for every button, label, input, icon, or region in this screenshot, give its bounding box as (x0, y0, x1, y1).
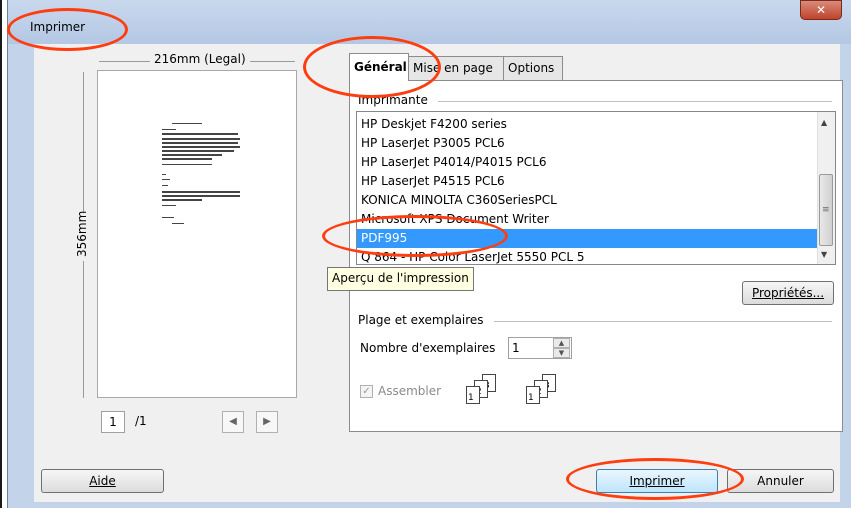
chevron-left-icon: ◀ (229, 416, 237, 427)
scroll-grip-icon: ≡ (822, 205, 830, 215)
page-number-field[interactable]: 1 (101, 411, 125, 433)
window-frame-bottom (8, 502, 851, 508)
page-height-label: 356mm (75, 211, 89, 261)
page-preview (97, 70, 297, 398)
collate-checkbox[interactable]: ✓ (360, 385, 373, 398)
printer-item[interactable]: HP LaserJet P4515 PCL6 (361, 172, 505, 191)
tab-page-layout[interactable]: Mise en page (408, 56, 504, 80)
collate-icon: 3 2 1 (526, 374, 566, 410)
title-bar[interactable] (8, 0, 851, 44)
page-total-label: /1 (135, 414, 147, 428)
close-button[interactable]: ✕ (800, 0, 842, 20)
properties-button[interactable]: Propriétés... (742, 281, 834, 305)
printer-item[interactable]: HP LaserJet P4014/P4015 PCL6 (361, 153, 546, 172)
spin-down-icon[interactable]: ▼ (553, 348, 570, 358)
printer-group-label: Imprimante (358, 93, 432, 107)
page-width-label: 216mm (Legal) (150, 52, 250, 66)
copies-group-label: Plage et exemplaires (358, 313, 488, 327)
printer-item[interactable]: Q 864 - HP Color LaserJet 5550 PCL 5 (361, 248, 585, 264)
printer-item[interactable]: KONICA MINOLTA C360SeriesPCL (361, 191, 557, 210)
print-button-label: Imprimer (629, 474, 685, 488)
printer-item-selected[interactable]: PDF995 (357, 229, 823, 248)
window-frame-left (8, 44, 34, 508)
printer-group-line (438, 101, 832, 102)
previous-page-button[interactable]: ◀ (222, 411, 244, 433)
tab-general[interactable]: Général (349, 53, 409, 81)
chevron-right-icon: ▶ (263, 416, 271, 427)
scroll-up-icon[interactable]: ▲ (821, 118, 827, 127)
printer-item[interactable]: Microsoft XPS Document Writer (361, 210, 549, 229)
scroll-down-icon[interactable]: ▼ (821, 250, 827, 259)
print-preview-tooltip: Aperçu de l'impression (327, 267, 474, 291)
collate-icon: 3 2 1 (466, 374, 506, 410)
printer-list[interactable]: HP Deskjet F4200 series HP LaserJet P300… (356, 111, 836, 265)
cancel-button-label: Annuler (757, 474, 804, 488)
spin-up-icon[interactable]: ▲ (553, 338, 570, 348)
collate-label: Assembler (378, 384, 442, 398)
copies-label: Nombre d'exemplaires (360, 341, 496, 355)
help-button[interactable]: Aide (41, 469, 164, 493)
print-button[interactable]: Imprimer (596, 469, 718, 493)
copies-value[interactable]: 1 (512, 341, 520, 355)
copies-group-line (494, 321, 832, 322)
help-button-label: Aide (89, 474, 116, 488)
printer-item[interactable]: HP LaserJet P3005 PCL6 (361, 134, 505, 153)
tab-options[interactable]: Options (503, 56, 563, 80)
properties-button-label: Propriétés... (751, 286, 825, 300)
window-title: Imprimer (30, 20, 86, 34)
close-icon: ✕ (815, 3, 827, 17)
next-page-button[interactable]: ▶ (256, 411, 278, 433)
printer-item[interactable]: HP Deskjet F4200 series (361, 115, 507, 134)
cancel-button[interactable]: Annuler (727, 469, 834, 493)
